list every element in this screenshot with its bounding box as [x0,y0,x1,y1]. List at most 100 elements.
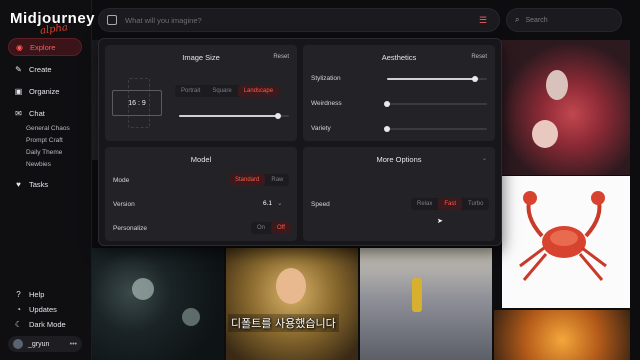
more-icon[interactable]: ••• [70,341,77,348]
version-label: Version [113,201,135,208]
avatar [13,339,23,349]
help-icon: ? [16,289,21,299]
nav-explore[interactable]: ◉ Explore [8,38,82,56]
flower-2 [182,308,200,326]
user-name: _gryun [28,340,50,348]
nav-tasks-label: Tasks [29,179,49,189]
thumbs-up-icon: ♥ [16,179,21,189]
option-square[interactable]: Square [206,85,237,97]
settings-sliders-icon[interactable]: ☰ [479,15,491,25]
moon-icon: ☾ [14,319,23,329]
gallery-image-woman-skull[interactable] [502,40,630,175]
prompt-bar: ☰ [98,8,500,32]
model-card: Model Mode Standard Raw Version 6.1 ⌄ Pe… [105,147,297,241]
personalize-on[interactable]: On [251,222,271,234]
gallery-image-orange[interactable] [494,310,630,360]
aspect-slider-handle[interactable] [275,113,281,119]
nav-dark-mode[interactable]: ☾ Dark Mode [8,315,82,333]
nav-help-label: Help [29,289,45,299]
collapse-chevron-icon[interactable]: ⌄ [482,155,487,162]
street-figure [412,278,422,312]
folder-icon: ▣ [14,86,23,96]
stylization-slider-fill [387,78,475,80]
crab-illustration [519,191,607,281]
variety-slider[interactable] [384,126,487,132]
gallery-image-girl[interactable] [226,248,358,360]
stylization-label: Stylization [311,75,341,82]
personalize-toggle: On Off [251,222,291,234]
weirdness-slider-handle[interactable] [384,101,390,107]
figure-head [546,70,568,100]
nav-organize-label: Organize [29,86,60,96]
skull-shape [532,120,558,148]
video-subtitle: 디폴트를 사용했습니다 [228,314,339,332]
nav-chat-label: Chat [29,108,45,118]
version-value[interactable]: 6.1 [263,200,272,207]
settings-panel: Image Size Reset Portrait Square Landsca… [98,38,502,246]
gallery-image-flowers[interactable] [92,248,224,360]
nav-dark-mode-label: Dark Mode [29,319,66,329]
personalize-label: Personalize [113,225,147,232]
gallery-image-crab[interactable] [502,176,630,308]
girl-face [276,268,306,304]
nav-tasks[interactable]: ♥ Tasks [8,175,82,193]
logo-badge: alpha [39,22,69,37]
aesthetics-card: Aesthetics Reset Stylization Weirdness V… [303,45,495,141]
aesthetics-title: Aesthetics [381,53,417,62]
image-upload-icon[interactable] [107,15,117,25]
nav-chat[interactable]: ✉ Chat [8,104,82,122]
prompt-input[interactable] [125,15,471,25]
mouse-cursor-icon: ➤ [437,218,443,225]
image-size-reset[interactable]: Reset [273,54,289,60]
option-landscape[interactable]: Landscape [237,85,280,97]
chat-room-prompt-craft[interactable]: Prompt Craft [26,137,63,144]
aspect-ratio-text: 16 : 9 [128,100,146,107]
nav-create-label: Create [29,64,52,74]
image-size-title: Image Size [182,53,220,62]
chat-bubble-icon: ✉ [15,108,22,118]
model-title: Model [190,155,212,164]
chat-room-daily-theme[interactable]: Daily Theme [26,149,62,156]
aspect-ratio-preview: 16 : 9 [112,90,162,116]
search-placeholder: Search [525,16,548,24]
variety-label: Variety [311,125,331,132]
compass-icon: ◉ [16,42,23,52]
sidebar: Midjourney alpha ◉ Explore ✎ Create ▣ Or… [0,0,95,360]
stylization-slider-handle[interactable] [472,76,478,82]
variety-slider-handle[interactable] [384,126,390,132]
mode-selector: Standard Raw [229,174,290,186]
chat-room-newbies[interactable]: Newbies [26,161,51,168]
speed-selector: Relax Fast Turbo [411,198,490,210]
nav-create[interactable]: ✎ Create [8,60,82,78]
flower-1 [132,278,154,300]
brush-icon: ✎ [15,64,22,74]
more-options-card: More Options ⌄ Speed Relax Fast Turbo ➤ [303,147,495,241]
speed-turbo[interactable]: Turbo [462,198,489,210]
app-logo[interactable]: Midjourney alpha [10,10,95,37]
mode-standard[interactable]: Standard [229,174,266,186]
personalize-off[interactable]: Off [271,222,291,234]
stylization-slider[interactable] [387,76,487,82]
chat-room-general-chaos[interactable]: General Chaos [26,125,70,132]
gallery-image-street[interactable] [360,248,492,360]
search-box[interactable]: ⌕ Search [506,8,622,32]
aspect-slider[interactable] [179,113,289,119]
bell-icon: ◔ [16,304,21,314]
chevron-down-icon[interactable]: ⌄ [277,199,282,207]
user-profile[interactable]: _gryun ••• [8,336,82,352]
nav-updates-label: Updates [29,304,57,314]
aspect-slider-fill [179,115,278,117]
search-icon: ⌕ [515,15,520,24]
orientation-selector: Portrait Square Landscape [175,85,280,97]
nav-organize[interactable]: ▣ Organize [8,82,82,100]
speed-fast[interactable]: Fast [438,198,463,210]
option-portrait[interactable]: Portrait [175,85,206,97]
weirdness-label: Weirdness [311,100,342,107]
weirdness-slider[interactable] [384,101,487,107]
speed-label: Speed [311,201,330,208]
mode-raw[interactable]: Raw [265,174,289,186]
aesthetics-reset[interactable]: Reset [471,54,487,60]
speed-relax[interactable]: Relax [411,198,438,210]
app-root: Midjourney alpha ◉ Explore ✎ Create ▣ Or… [0,0,640,360]
more-options-title: More Options [376,155,422,164]
